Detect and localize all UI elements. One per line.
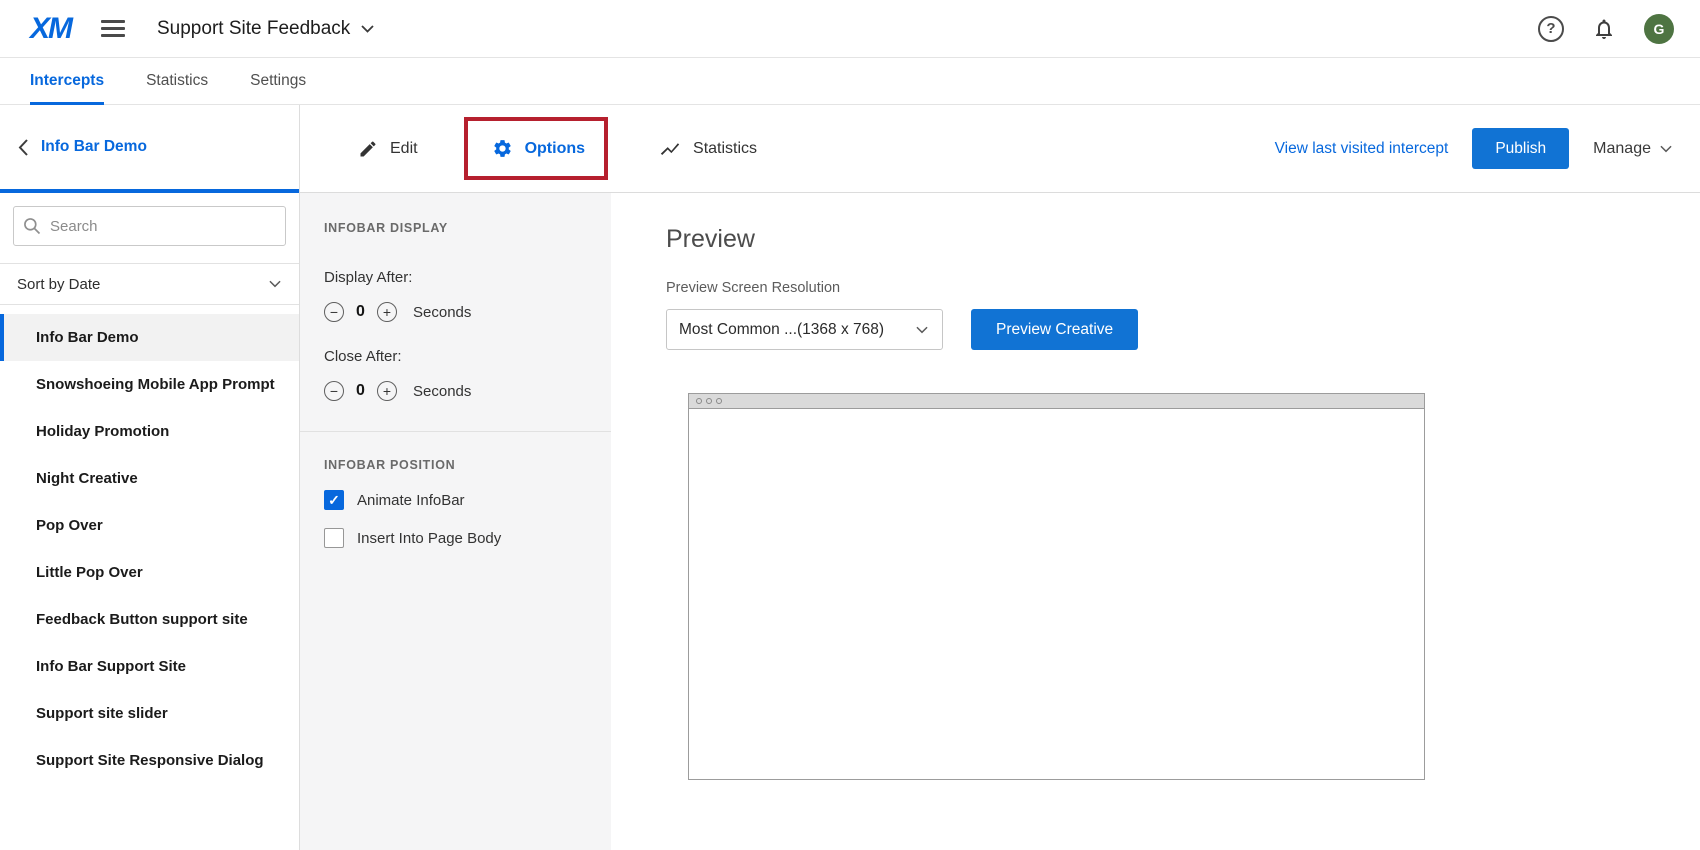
list-item[interactable]: Night Creative <box>0 455 299 502</box>
options-panel: INFOBAR DISPLAY Display After: − 0 + Sec… <box>300 193 611 850</box>
panel-divider <box>300 431 611 432</box>
animate-infobar-label: Animate InfoBar <box>357 492 465 509</box>
minus-button[interactable]: − <box>324 381 344 401</box>
manage-dropdown[interactable]: Manage <box>1593 140 1672 158</box>
minus-button[interactable]: − <box>324 302 344 322</box>
main-panel: Edit Options Statistics View last visite… <box>300 105 1700 850</box>
window-dot-icon <box>716 398 722 404</box>
notifications-bell-icon[interactable] <box>1592 17 1616 41</box>
display-after-stepper: − 0 + Seconds <box>324 302 587 322</box>
current-intercept-name: Info Bar Demo <box>41 138 147 156</box>
checkbox-checked[interactable]: ✓ <box>324 490 344 510</box>
search-input[interactable] <box>13 206 286 246</box>
plus-button[interactable]: + <box>377 302 397 322</box>
chevron-left-icon <box>18 139 28 156</box>
list-item[interactable]: Info Bar Demo <box>0 314 299 361</box>
toolbar-actions: View last visited intercept Publish Mana… <box>1275 128 1672 169</box>
sort-dropdown[interactable]: Sort by Date <box>0 263 299 305</box>
close-after-value: 0 <box>355 382 366 400</box>
gear-icon <box>492 138 513 159</box>
sidebar-back-header[interactable]: Info Bar Demo <box>0 105 299 193</box>
options-label: Options <box>525 140 585 158</box>
list-item[interactable]: Support site slider <box>0 690 299 737</box>
resolution-row: Most Common ...(1368 x 768) Preview Crea… <box>666 309 1700 350</box>
project-switcher[interactable]: Support Site Feedback <box>157 18 374 40</box>
sort-label: Sort by Date <box>17 276 100 293</box>
insert-into-page-body-label: Insert Into Page Body <box>357 530 501 547</box>
statistics-label: Statistics <box>693 140 757 158</box>
browser-preview-frame <box>688 393 1425 780</box>
content: Info Bar Demo Sort by Date Info Bar Demo… <box>0 105 1700 850</box>
list-item[interactable]: Pop Over <box>0 502 299 549</box>
project-title: Support Site Feedback <box>157 18 350 40</box>
chevron-down-icon <box>361 25 374 33</box>
search-icon <box>22 216 42 236</box>
browser-titlebar <box>689 394 1424 409</box>
intercept-toolbar: Edit Options Statistics View last visite… <box>300 105 1700 193</box>
infobar-position-heading: INFOBAR POSITION <box>324 458 587 472</box>
edit-label: Edit <box>390 140 418 158</box>
help-icon[interactable]: ? <box>1538 16 1564 42</box>
window-dot-icon <box>696 398 702 404</box>
preview-title: Preview <box>666 225 1700 254</box>
pencil-icon <box>358 139 378 159</box>
topbar-actions: ? G <box>1538 14 1674 44</box>
display-after-value: 0 <box>355 303 366 321</box>
chevron-down-icon <box>1660 145 1672 153</box>
list-item[interactable]: Holiday Promotion <box>0 408 299 455</box>
publish-button[interactable]: Publish <box>1472 128 1569 169</box>
chevron-down-icon <box>916 326 928 334</box>
close-after-label: Close After: <box>324 348 587 365</box>
primary-tabs: Intercepts Statistics Settings <box>0 58 1700 105</box>
line-chart-icon <box>659 138 681 160</box>
search-box <box>13 206 286 246</box>
tab-statistics[interactable]: Statistics <box>146 58 208 104</box>
insert-into-page-body-option[interactable]: Insert Into Page Body <box>324 528 587 548</box>
infobar-display-heading: INFOBAR DISPLAY <box>324 221 587 235</box>
list-item[interactable]: Little Pop Over <box>0 549 299 596</box>
intercept-list: Info Bar Demo Snowshoeing Mobile App Pro… <box>0 314 299 850</box>
checkbox-unchecked[interactable] <box>324 528 344 548</box>
xm-logo[interactable]: XM <box>30 12 71 46</box>
resolution-select[interactable]: Most Common ...(1368 x 768) <box>666 309 943 350</box>
seconds-label: Seconds <box>413 304 471 321</box>
resolution-value: Most Common ...(1368 x 768) <box>679 321 884 339</box>
resolution-label: Preview Screen Resolution <box>666 280 1700 296</box>
plus-button[interactable]: + <box>377 381 397 401</box>
hamburger-menu-icon[interactable] <box>101 20 125 37</box>
animate-infobar-option[interactable]: ✓ Animate InfoBar <box>324 490 587 510</box>
list-item[interactable]: Info Bar Support Site <box>0 643 299 690</box>
display-after-label: Display After: <box>324 269 587 286</box>
manage-label: Manage <box>1593 140 1651 158</box>
user-avatar[interactable]: G <box>1644 14 1674 44</box>
edit-tab[interactable]: Edit <box>358 139 418 159</box>
list-item[interactable]: Support Site Responsive Dialog <box>0 737 299 784</box>
main-body: INFOBAR DISPLAY Display After: − 0 + Sec… <box>300 193 1700 850</box>
list-item[interactable]: Feedback Button support site <box>0 596 299 643</box>
preview-area: Preview Preview Screen Resolution Most C… <box>611 193 1700 850</box>
window-dot-icon <box>706 398 712 404</box>
view-last-visited-link[interactable]: View last visited intercept <box>1275 140 1449 158</box>
tab-intercepts[interactable]: Intercepts <box>30 58 104 104</box>
close-after-stepper: − 0 + Seconds <box>324 381 587 401</box>
options-tab[interactable]: Options <box>492 138 585 159</box>
tab-settings[interactable]: Settings <box>250 58 306 104</box>
statistics-tab[interactable]: Statistics <box>659 138 757 160</box>
intercepts-sidebar: Info Bar Demo Sort by Date Info Bar Demo… <box>0 105 300 850</box>
seconds-label: Seconds <box>413 383 471 400</box>
top-bar: XM Support Site Feedback ? G <box>0 0 1700 58</box>
chevron-down-icon <box>269 280 281 288</box>
list-item[interactable]: Snowshoeing Mobile App Prompt <box>0 361 299 408</box>
preview-creative-button[interactable]: Preview Creative <box>971 309 1138 350</box>
